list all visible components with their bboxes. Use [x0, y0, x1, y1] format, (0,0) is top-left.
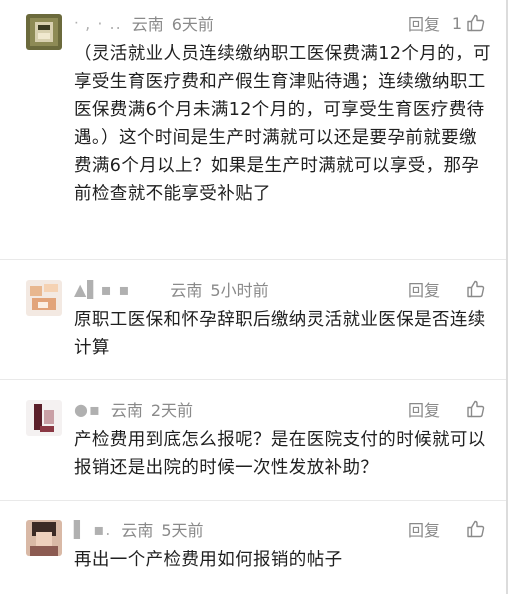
timestamp: 5小时前 — [210, 281, 269, 300]
reply-button[interactable]: 回复 — [408, 11, 440, 35]
avatar[interactable] — [26, 14, 62, 50]
location: 云南 — [121, 521, 154, 540]
timestamp: 2天前 — [150, 401, 194, 420]
comment-text: 产检费用到底怎么报呢？是在医院支付的时候就可以报销还是出院的时候一次性发放补助？ — [74, 430, 486, 478]
comment-meta: ●▪ 云南 2天前 — [74, 397, 193, 421]
username[interactable]: ●▪ — [74, 400, 101, 419]
thumbs-up-icon — [466, 13, 486, 33]
comment-meta: ▌ ▪. 云南 5天前 — [74, 517, 204, 541]
timestamp: 5天前 — [161, 521, 204, 540]
like-button[interactable] — [462, 277, 486, 301]
avatar[interactable] — [26, 280, 62, 316]
thumbs-up-icon — [466, 279, 486, 299]
avatar[interactable] — [26, 400, 62, 436]
reply-button[interactable]: 回复 — [408, 277, 440, 301]
like-button[interactable]: 1 — [452, 11, 486, 35]
like-button[interactable] — [462, 397, 486, 421]
timestamp: 6天前 — [171, 15, 214, 34]
comment-meta: ▲▌▪ ▪ 云南 5小时前 — [74, 277, 269, 301]
username[interactable]: ᐧ , · .. — [74, 14, 122, 33]
comment-text: （灵活就业人员连续缴纳职工医保费满12个月的，可享受生育医疗费和产假生育津贴待遇… — [74, 44, 491, 204]
like-button[interactable] — [462, 517, 486, 541]
location: 云南 — [131, 15, 164, 34]
location: 云南 — [170, 281, 203, 300]
avatar[interactable] — [26, 520, 62, 556]
divider — [0, 500, 508, 501]
thumbs-up-icon — [466, 519, 486, 539]
divider — [0, 259, 508, 260]
comment-text: 再出一个产检费用如何报销的帖子 — [74, 550, 343, 570]
location: 云南 — [110, 401, 143, 420]
like-count: 1 — [451, 13, 462, 33]
divider — [0, 379, 508, 380]
comment-meta: ᐧ , · .. 云南 6天前 — [74, 11, 214, 35]
comment-text: 原职工医保和怀孕辞职后缴纳灵活就业医保是否连续计算 — [74, 310, 486, 358]
reply-button[interactable]: 回复 — [408, 517, 440, 541]
thumbs-up-icon — [466, 399, 486, 419]
reply-button[interactable]: 回复 — [408, 397, 440, 421]
username[interactable]: ▲▌▪ ▪ — [74, 280, 130, 299]
username[interactable]: ▌ ▪. — [74, 520, 111, 539]
